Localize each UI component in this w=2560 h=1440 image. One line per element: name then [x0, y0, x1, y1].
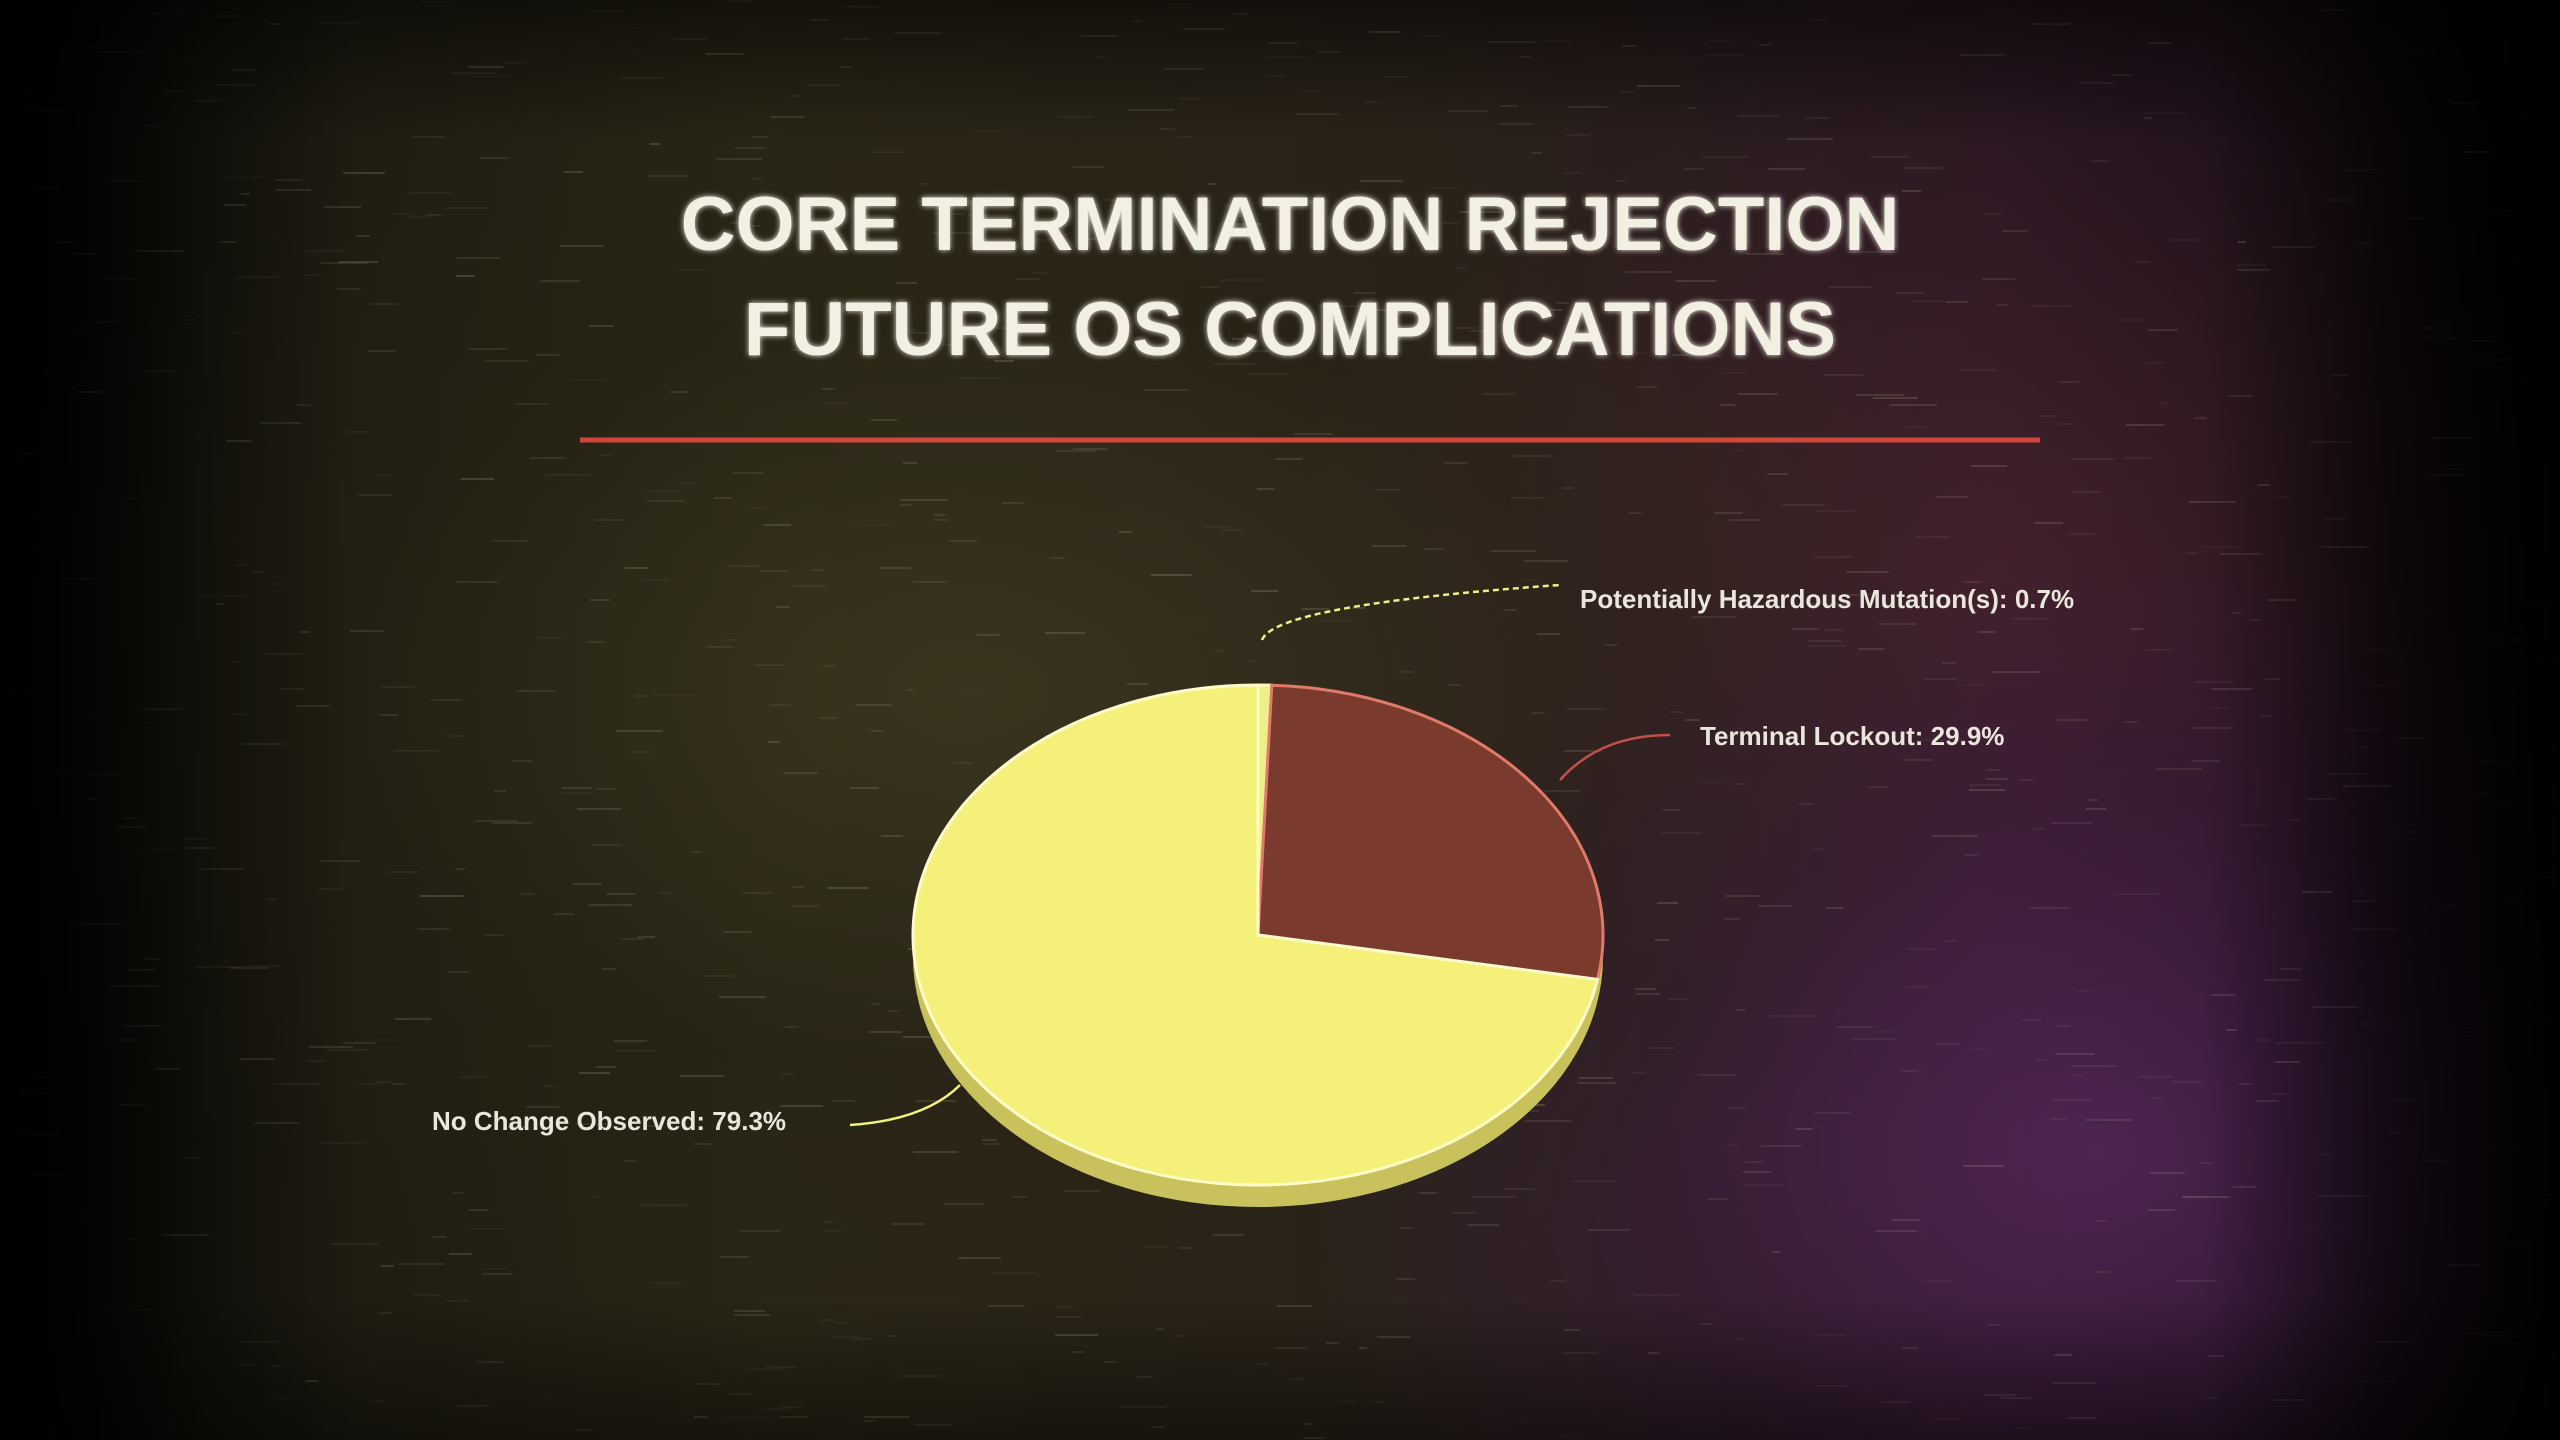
callout-label-hazardous: Potentially Hazardous Mutation(s): 0.7%	[1580, 584, 2074, 614]
crt-screen: CORE TERMINATION REJECTION FUTURE OS COM…	[0, 0, 2560, 1440]
callout-label-no-change: No Change Observed: 79.3%	[432, 1106, 786, 1136]
leader-line-hazardous	[1260, 583, 1561, 641]
leader-line-terminal-lockout	[1559, 733, 1671, 781]
chart-title-line-1: CORE TERMINATION REJECTION	[681, 182, 1900, 267]
leader-line-no-change	[849, 1084, 961, 1127]
chart-title: CORE TERMINATION REJECTION FUTURE OS COM…	[681, 182, 1900, 372]
callout-label-terminal-lockout: Terminal Lockout: 29.9%	[1700, 721, 2004, 751]
pie-slice-terminal-lockout	[1256, 683, 1605, 982]
chart-title-line-2: FUTURE OS COMPLICATIONS	[744, 287, 1836, 372]
callout-terminal-lockout: Terminal Lockout: 29.9%	[1559, 721, 2004, 781]
callout-hazardous: Potentially Hazardous Mutation(s): 0.7%	[1260, 583, 2074, 641]
pie-chart: CORE TERMINATION REJECTION FUTURE OS COM…	[432, 182, 2074, 1207]
pie-slices	[911, 683, 1605, 1207]
callout-no-change: No Change Observed: 79.3%	[432, 1084, 961, 1136]
